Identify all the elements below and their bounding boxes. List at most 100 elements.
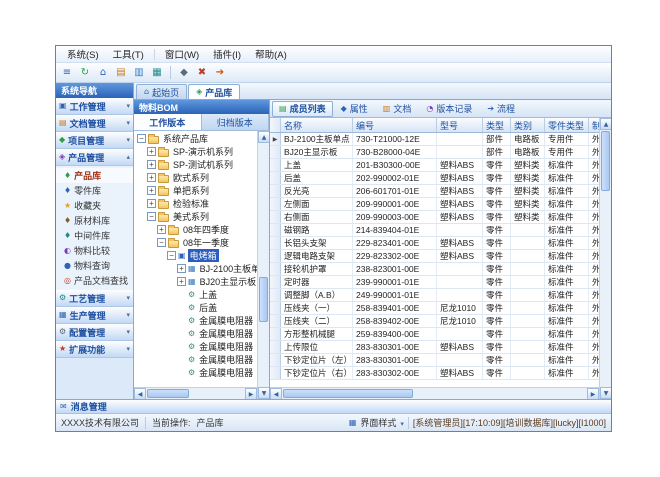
- table-row[interactable]: BJ20主显示板730-B28000-04E部件电路板专用件外协颗: [270, 146, 599, 159]
- column-header[interactable]: 型号: [437, 118, 483, 132]
- bom-tree-hscrollbar[interactable]: [134, 387, 257, 399]
- tree-node[interactable]: +▦BJ-2100主板单点: [134, 262, 257, 275]
- tree-node[interactable]: −▣电烤箱: [134, 249, 257, 262]
- expand-icon[interactable]: +: [147, 199, 156, 208]
- home-icon[interactable]: ⌂: [95, 65, 111, 80]
- lock-icon[interactable]: ◆: [176, 65, 192, 80]
- tree-node[interactable]: ⚙金属膜电阻器: [134, 353, 257, 366]
- sidebar-item-intermediates[interactable]: ♦中间件库: [56, 228, 133, 243]
- table-row[interactable]: 右侧面209-990003-00E塑料ABS零件塑料类标准件外协条: [270, 211, 599, 224]
- scroll-left-icon[interactable]: [134, 388, 146, 399]
- row-selector[interactable]: [270, 146, 281, 158]
- sidebar-group-document[interactable]: ▤文档管理▾: [56, 115, 133, 132]
- row-selector[interactable]: [270, 367, 281, 379]
- table-row[interactable]: 压线夹（一）258-839401-00E尼龙1010零件标准件外协条: [270, 302, 599, 315]
- scroll-up-icon[interactable]: [258, 131, 269, 143]
- row-selector[interactable]: [270, 224, 281, 236]
- tree-node[interactable]: +08年四季度: [134, 223, 257, 236]
- tab-properties[interactable]: ◆属性: [334, 101, 375, 117]
- expand-icon[interactable]: +: [147, 147, 156, 156]
- menu-item-4[interactable]: 帮助(A): [248, 46, 294, 62]
- tab-workflow[interactable]: ➔流程: [480, 101, 522, 117]
- scroll-right-icon[interactable]: [587, 388, 599, 399]
- table-row[interactable]: 压线夹（二）258-839402-00E尼龙1010零件标准件外协条: [270, 315, 599, 328]
- bom-tree-vscrollbar[interactable]: [257, 131, 269, 399]
- scrollbar-thumb[interactable]: [283, 389, 413, 398]
- table-vscrollbar[interactable]: [599, 118, 611, 399]
- table-row[interactable]: 定时器239-990001-01E零件标准件外协条: [270, 276, 599, 289]
- tree-node[interactable]: ⚙上盖: [134, 288, 257, 301]
- sidebar-item-raw-materials[interactable]: ♦原材料库: [56, 213, 133, 228]
- row-selector[interactable]: [270, 276, 281, 288]
- expand-icon[interactable]: +: [177, 264, 186, 273]
- ui-style-selector[interactable]: 界面样式: [360, 416, 396, 429]
- tab-archived-version[interactable]: 归档版本: [202, 114, 270, 130]
- row-selector[interactable]: [270, 250, 281, 262]
- table-row[interactable]: 方形整机械腿259-839400-00E零件标准件外协条: [270, 328, 599, 341]
- tab-documents[interactable]: ▥文档: [376, 101, 419, 117]
- tree-node[interactable]: −08年一季度: [134, 236, 257, 249]
- row-selector[interactable]: [270, 315, 281, 327]
- row-selector[interactable]: [270, 211, 281, 223]
- table-row[interactable]: 上传限位283-830301-00E塑料ABS零件标准件外协条: [270, 341, 599, 354]
- column-header[interactable]: 制造方式: [589, 118, 599, 132]
- sidebar-item-product-doc-search[interactable]: ◎产品文档查找: [56, 273, 133, 288]
- row-selector[interactable]: [270, 198, 281, 210]
- row-selector[interactable]: [270, 302, 281, 314]
- tree-node[interactable]: ⚙金属膜电阻器: [134, 327, 257, 340]
- sidebar-group-production[interactable]: ▦生产管理▾: [56, 307, 133, 324]
- table-row[interactable]: 上盖201-B30300-00E塑料ABS零件塑料类标准件外协条: [270, 159, 599, 172]
- row-selector[interactable]: [270, 185, 281, 197]
- sidebar-item-favorites[interactable]: ★收藏夹: [56, 198, 133, 213]
- tree-node[interactable]: +检验标准: [134, 197, 257, 210]
- table-row[interactable]: 调整脚（A.B）249-990001-01E零件标准件外协条: [270, 289, 599, 302]
- message-panel[interactable]: ✉ 消息管理: [56, 399, 611, 413]
- row-selector[interactable]: [270, 159, 281, 171]
- tab-product-library[interactable]: ◈产品库: [188, 84, 240, 99]
- table-row[interactable]: 接轮机护罩238-823001-00E零件标准件外协条: [270, 263, 599, 276]
- scroll-down-icon[interactable]: [258, 387, 269, 399]
- scroll-down-icon[interactable]: [600, 387, 611, 399]
- sidebar-group-product[interactable]: ◈产品管理▴: [56, 149, 133, 166]
- table-row[interactable]: 下钞定位片（左）283-830301-00E零件标准件外协条: [270, 354, 599, 367]
- collapse-icon[interactable]: −: [147, 212, 156, 221]
- tree-node[interactable]: +欧式系列: [134, 171, 257, 184]
- scroll-left-icon[interactable]: [270, 388, 282, 399]
- collapse-icon[interactable]: −: [157, 238, 166, 247]
- table-row[interactable]: 磁钢路214-839404-01E零件标准件外协条: [270, 224, 599, 237]
- grid-icon[interactable]: ▦: [149, 65, 165, 80]
- sidebar-group-project[interactable]: ◆项目管理▾: [56, 132, 133, 149]
- menu-item-2[interactable]: 窗口(W): [158, 46, 206, 62]
- document-icon[interactable]: ▥: [131, 65, 147, 80]
- chevron-down-icon[interactable]: [400, 418, 404, 428]
- table-row[interactable]: 长铝头支架229-823401-00E塑料ABS零件标准件外协条: [270, 237, 599, 250]
- sidebar-item-product-library[interactable]: ♦产品库: [56, 168, 133, 183]
- tree-node[interactable]: ⚙金属膜电阻器: [134, 314, 257, 327]
- tree-node[interactable]: −美式系列: [134, 210, 257, 223]
- table-row[interactable]: 下钞定位片（右）283-830302-00E塑料ABS零件标准件外协条: [270, 367, 599, 380]
- column-header[interactable]: 编号: [353, 118, 437, 132]
- tree-node[interactable]: +单把系列: [134, 184, 257, 197]
- tree-node[interactable]: +SP-测试机系列: [134, 158, 257, 171]
- expand-icon[interactable]: +: [147, 186, 156, 195]
- expand-icon[interactable]: +: [147, 160, 156, 169]
- expand-icon[interactable]: +: [177, 277, 186, 286]
- folder-icon[interactable]: ▤: [113, 65, 129, 80]
- exit-icon[interactable]: ➔: [212, 65, 228, 80]
- scroll-right-icon[interactable]: [245, 388, 257, 399]
- tab-working-version[interactable]: 工作版本: [134, 114, 202, 130]
- collapse-icon[interactable]: −: [167, 251, 176, 260]
- main-menu-icon[interactable]: ≡: [59, 65, 75, 80]
- sidebar-item-material-search[interactable]: ●物料查询: [56, 258, 133, 273]
- row-selector[interactable]: [270, 289, 281, 301]
- row-selector[interactable]: [270, 237, 281, 249]
- sidebar-group-configuration[interactable]: ⚙配置管理▾: [56, 324, 133, 341]
- tab-start-page[interactable]: ⌂起始页: [136, 84, 187, 99]
- collapse-icon[interactable]: −: [137, 134, 146, 143]
- table-row[interactable]: ▶BJ-2100主板单点730-T21000-12E部件电路板专用件外协颗: [270, 133, 599, 146]
- menu-item-0[interactable]: 系统(S): [60, 46, 106, 62]
- column-header[interactable]: 名称: [281, 118, 353, 132]
- menu-item-1[interactable]: 工具(T): [106, 46, 151, 62]
- refresh-icon[interactable]: ↻: [77, 65, 93, 80]
- sidebar-group-extensions[interactable]: ★扩展功能▾: [56, 341, 133, 358]
